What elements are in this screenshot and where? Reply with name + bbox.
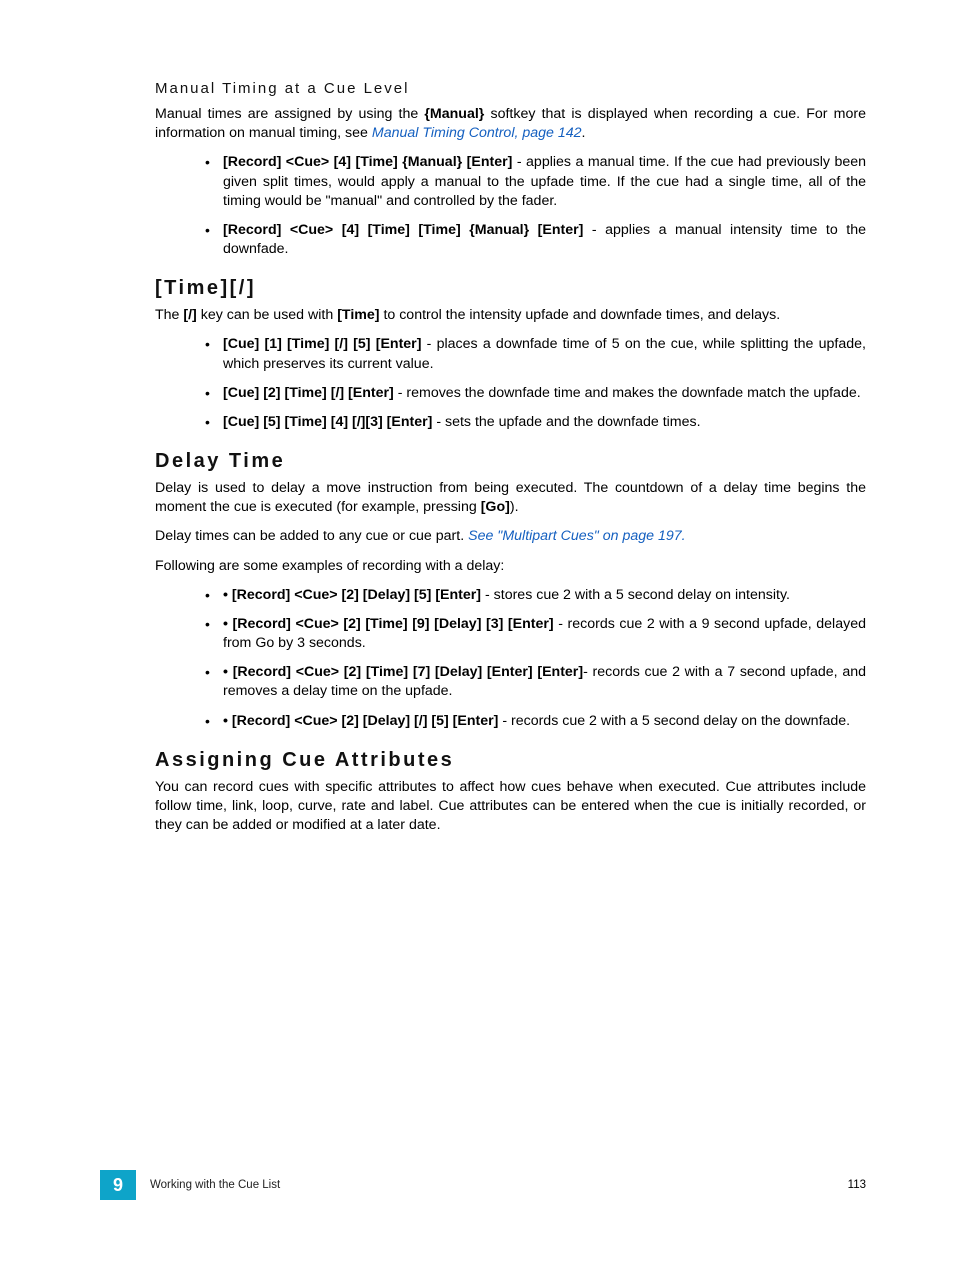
key-label: [Time] — [337, 307, 379, 323]
key-label: [/] — [183, 307, 196, 323]
bold-bullet-prefix: • — [223, 713, 232, 729]
list-item: [Record] <Cue> [4] [Time] [Time] {Manual… — [223, 221, 866, 259]
command-sequence: [Cue] [1] [Time] [/] [5] [Enter] — [223, 336, 421, 352]
heading-assigning-attributes: Assigning Cue Attributes — [155, 749, 866, 772]
command-sequence: [Record] <Cue> [2] [Delay] [5] [Enter] — [232, 587, 481, 603]
list-item: [Cue] [2] [Time] [/] [Enter] - removes t… — [223, 384, 866, 403]
text: key can be used with — [197, 307, 337, 323]
paragraph: You can record cues with specific attrib… — [155, 778, 866, 836]
paragraph: Manual times are assigned by using the {… — [155, 105, 866, 143]
text: The — [155, 307, 183, 323]
text: - removes the downfade time and makes th… — [394, 385, 861, 401]
list-item: • [Record] <Cue> [2] [Time] [7] [Delay] … — [223, 663, 866, 701]
bold-bullet-prefix: • — [223, 664, 233, 680]
command-sequence: [Record] <Cue> [2] [Time] [7] [Delay] [E… — [233, 664, 583, 680]
heading-delay-time: Delay Time — [155, 450, 866, 473]
command-sequence: [Cue] [2] [Time] [/] [Enter] — [223, 385, 394, 401]
command-sequence: [Cue] [5] [Time] [4] [/][3] [Enter] — [223, 414, 432, 430]
chapter-number-badge: 9 — [100, 1170, 136, 1200]
list-item: • [Record] <Cue> [2] [Delay] [5] [Enter]… — [223, 586, 866, 605]
page-number: 113 — [848, 1179, 866, 1191]
list-item: [Cue] [1] [Time] [/] [5] [Enter] - place… — [223, 335, 866, 373]
command-sequence: [Record] <Cue> [2] [Time] [9] [Delay] [3… — [233, 616, 554, 632]
command-sequence: [Record] <Cue> [4] [Time] [Time] {Manual… — [223, 222, 583, 238]
paragraph: The [/] key can be used with [Time] to c… — [155, 306, 866, 325]
cross-reference-link[interactable]: See "Multipart Cues" on page 197. — [468, 528, 686, 544]
text: to control the intensity upfade and down… — [380, 307, 781, 323]
page-footer: 9 Working with the Cue List 113 — [0, 1170, 954, 1200]
list-item: [Record] <Cue> [4] [Time] {Manual} [Ente… — [223, 153, 866, 211]
bullet-list: [Cue] [1] [Time] [/] [5] [Enter] - place… — [155, 335, 866, 432]
bold-bullet-prefix: • — [223, 616, 233, 632]
text: - sets the upfade and the downfade times… — [432, 414, 700, 430]
paragraph: Following are some examples of recording… — [155, 557, 866, 576]
bold-bullet-prefix: • — [223, 587, 232, 603]
bullet-list: • [Record] <Cue> [2] [Delay] [5] [Enter]… — [155, 586, 866, 731]
text: ). — [510, 499, 519, 515]
text: Delay times can be added to any cue or c… — [155, 528, 468, 544]
list-item: [Cue] [5] [Time] [4] [/][3] [Enter] - se… — [223, 413, 866, 432]
list-item: • [Record] <Cue> [2] [Delay] [/] [5] [En… — [223, 712, 866, 731]
bullet-list: [Record] <Cue> [4] [Time] {Manual} [Ente… — [155, 153, 866, 259]
list-item: • [Record] <Cue> [2] [Time] [9] [Delay] … — [223, 615, 866, 653]
text: Manual times are assigned by using the — [155, 106, 424, 122]
text: - records cue 2 with a 5 second delay on… — [498, 713, 850, 729]
command-sequence: [Record] <Cue> [4] [Time] {Manual} [Ente… — [223, 154, 512, 170]
heading-time-slash: [Time][/] — [155, 277, 866, 300]
page-content: Manual Timing at a Cue Level Manual time… — [0, 0, 954, 835]
cross-reference-link[interactable]: Manual Timing Control, page 142 — [372, 125, 582, 141]
key-label: [Go] — [481, 499, 510, 515]
softkey-label: {Manual} — [424, 106, 484, 122]
paragraph: Delay is used to delay a move instructio… — [155, 479, 866, 517]
text: - stores cue 2 with a 5 second delay on … — [481, 587, 790, 603]
command-sequence: [Record] <Cue> [2] [Delay] [/] [5] [Ente… — [232, 713, 498, 729]
heading-manual-timing: Manual Timing at a Cue Level — [155, 80, 866, 97]
footer-chapter-title: Working with the Cue List — [150, 1179, 848, 1191]
text: . — [582, 125, 586, 141]
paragraph: Delay times can be added to any cue or c… — [155, 527, 866, 546]
